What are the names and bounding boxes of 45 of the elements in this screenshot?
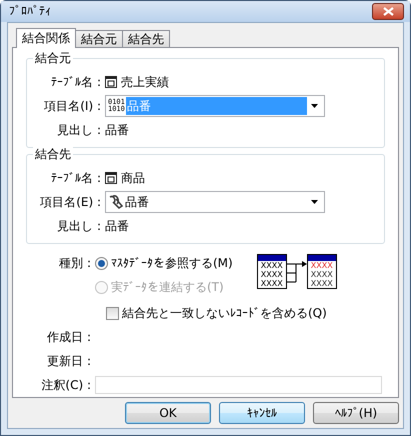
checkbox-label[interactable]: 結合先と一致しないﾚｺｰﾄﾞを含める(Q) <box>122 306 327 320</box>
table-header-bar <box>308 255 336 261</box>
field-label: 種別 : <box>58 256 92 270</box>
close-icon <box>382 7 394 16</box>
table-icon <box>105 76 117 88</box>
caption-value: 品番 <box>105 122 129 138</box>
field-label: 見出し : <box>56 122 102 138</box>
window-title: ﾌﾟﾛﾊﾟﾃｨ <box>9 4 51 19</box>
tab[interactable]: 結合元 <box>75 30 123 47</box>
diagram-cell-text: XXXX <box>260 270 284 279</box>
close-button[interactable] <box>372 3 404 20</box>
group-title: 結合元 <box>33 51 73 66</box>
table-name: 売上実績 <box>121 74 169 90</box>
field-value: 品番 <box>124 194 150 211</box>
dialog-button[interactable]: ﾍﾙﾌﾟ(H) <box>313 402 399 424</box>
checkbox[interactable] <box>106 306 119 320</box>
field-label: 項目名(I) : <box>43 98 102 114</box>
diagram-cell-text: XXXX <box>310 279 334 288</box>
link-icon <box>108 194 124 210</box>
table-header-bar <box>258 255 286 261</box>
table-icon <box>105 172 117 184</box>
field-label: ﾃｰﾌﾞﾙ名 : <box>50 74 102 90</box>
diagram-cell-text: XXXX <box>260 261 284 270</box>
dropdown-arrow-icon <box>311 200 318 204</box>
table-name: 商品 <box>121 170 145 186</box>
field-label: 作成日 : <box>46 330 92 344</box>
field-label: 見出し : <box>56 218 102 234</box>
field-value: 品番 <box>126 97 307 115</box>
diagram-cell-text: XXXX <box>260 279 284 288</box>
field-label: 更新日 : <box>46 354 92 368</box>
tab[interactable]: 結合先 <box>122 30 170 47</box>
field-label: ﾃｰﾌﾞﾙ名 : <box>50 170 102 186</box>
diagram-cell-text: XXXX <box>310 270 334 279</box>
field-label: 注釈(C) : <box>40 378 92 392</box>
dialog-button[interactable]: OK <box>125 402 211 424</box>
radio-button[interactable] <box>95 256 108 270</box>
dropdown-arrow-icon <box>311 104 318 108</box>
dialog-button[interactable]: ｷｬﾝｾﾙ <box>219 402 305 424</box>
field-label: 項目名(E) : <box>39 194 102 210</box>
radio-label[interactable]: ﾏｽﾀﾃﾞｰﾀを参照する(M) <box>111 256 233 270</box>
diagram-cell-text: XXXX <box>310 261 334 270</box>
group-title: 結合先 <box>33 147 73 162</box>
field-dropdown[interactable]: 品番 <box>105 191 325 213</box>
tab[interactable]: 結合関係 <box>16 28 76 48</box>
caption-value: 品番 <box>105 218 129 234</box>
